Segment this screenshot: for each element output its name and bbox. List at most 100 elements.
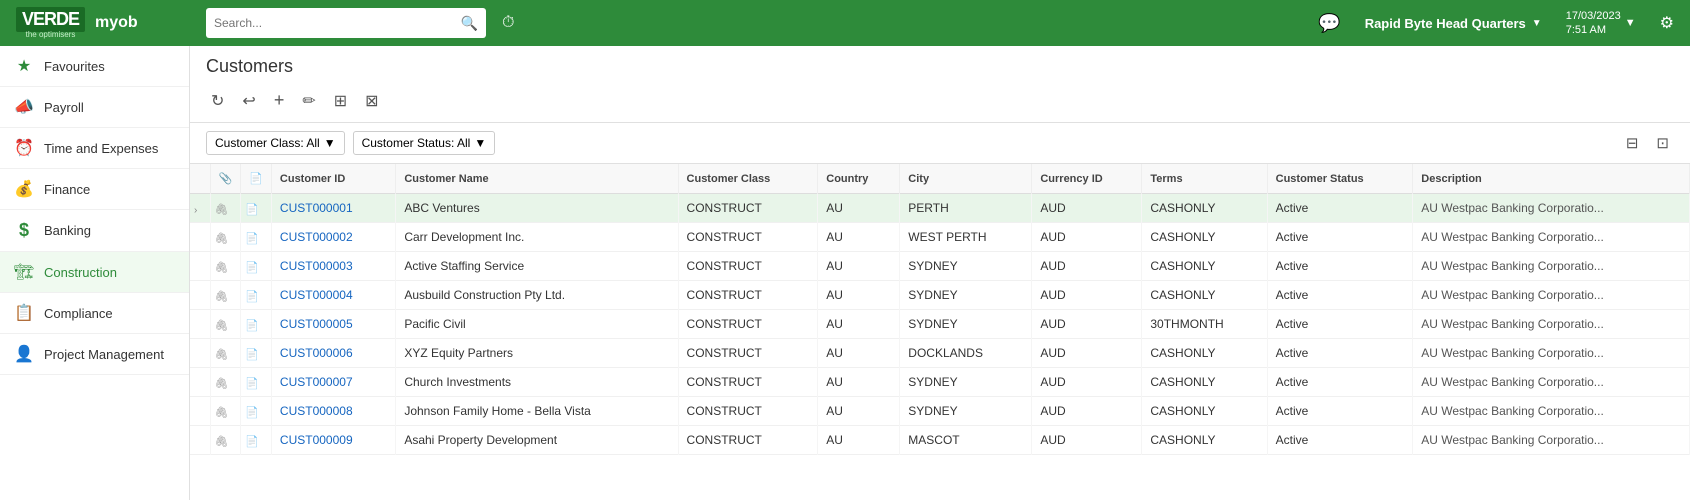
col-city[interactable]: City [900, 164, 1032, 194]
undo-button[interactable]: ↩ [237, 88, 260, 114]
table-row[interactable]: 🖇 📄 CUST000005 Pacific Civil CONSTRUCT A… [190, 310, 1690, 339]
customer-id-link[interactable]: CUST000009 [280, 433, 353, 447]
table-row[interactable]: 🖇 📄 CUST000002 Carr Development Inc. CON… [190, 223, 1690, 252]
document-icon: 📄 [245, 262, 259, 274]
paperclip-icon: 🖇 [215, 407, 229, 419]
filters-bar: Customer Class: All ▼ Customer Status: A… [190, 123, 1690, 164]
sidebar-item-compliance[interactable]: 📋 Compliance [0, 293, 189, 334]
customer-id-link[interactable]: CUST000004 [280, 288, 353, 302]
company-selector[interactable]: Rapid Byte Head Quarters ▼ [1357, 16, 1550, 31]
row-doc-cell: 📄 [241, 252, 272, 281]
col-currency-id[interactable]: Currency ID [1032, 164, 1142, 194]
search-button[interactable]: 🔍 [461, 15, 478, 32]
row-customer-id[interactable]: CUST000003 [271, 252, 395, 281]
sidebar-item-time-expenses[interactable]: ⏰ Time and Expenses [0, 128, 189, 169]
sidebar-item-payroll[interactable]: 📣 Payroll [0, 87, 189, 128]
edit-button[interactable]: ✏ [297, 88, 320, 114]
table-row[interactable]: 🖇 📄 CUST000003 Active Staffing Service C… [190, 252, 1690, 281]
col-description[interactable]: Description [1413, 164, 1690, 194]
row-city: SYDNEY [900, 368, 1032, 397]
row-paperclip-cell: 🖇 [210, 194, 241, 223]
column-settings-button[interactable]: ⊡ [1651, 131, 1674, 155]
row-customer-class: CONSTRUCT [678, 252, 818, 281]
row-city: SYDNEY [900, 397, 1032, 426]
paperclip-icon: 🖇 [215, 436, 229, 448]
customer-id-link[interactable]: CUST000007 [280, 375, 353, 389]
sidebar-label-favourites: Favourites [44, 59, 105, 74]
row-customer-name: Carr Development Inc. [396, 223, 678, 252]
row-doc-cell: 📄 [241, 368, 272, 397]
sidebar-item-favourites[interactable]: ★ Favourites [0, 46, 189, 87]
row-customer-id[interactable]: CUST000005 [271, 310, 395, 339]
customer-class-chevron-icon: ▼ [324, 136, 336, 150]
col-customer-class[interactable]: Customer Class [678, 164, 818, 194]
col-country[interactable]: Country [818, 164, 900, 194]
filter-toggle-button[interactable]: ⊟ [1621, 131, 1644, 155]
document-icon: 📄 [245, 407, 259, 419]
table-row[interactable]: 🖇 📄 CUST000006 XYZ Equity Partners CONST… [190, 339, 1690, 368]
refresh-button[interactable]: ↻ [206, 88, 229, 114]
toolbar: ↻ ↩ + ✏ ⊞ ⊠ [190, 83, 1690, 123]
customer-id-link[interactable]: CUST000005 [280, 317, 353, 331]
col-terms[interactable]: Terms [1142, 164, 1267, 194]
content-area: Customers ↻ ↩ + ✏ ⊞ ⊠ Customer Class: Al… [190, 46, 1690, 500]
table-row[interactable]: 🖇 📄 CUST000004 Ausbuild Construction Pty… [190, 281, 1690, 310]
table-row[interactable]: 🖇 📄 CUST000008 Johnson Family Home - Bel… [190, 397, 1690, 426]
row-customer-status: Active [1267, 252, 1413, 281]
row-terms: CASHONLY [1142, 281, 1267, 310]
row-arrow-cell [190, 368, 210, 397]
search-input[interactable] [214, 16, 455, 30]
row-customer-name: Church Investments [396, 368, 678, 397]
customer-id-link[interactable]: CUST000006 [280, 346, 353, 360]
customer-id-link[interactable]: CUST000002 [280, 230, 353, 244]
message-button[interactable]: 💬 [1310, 9, 1348, 38]
customer-status-chevron-icon: ▼ [474, 136, 486, 150]
sidebar-item-project-management[interactable]: 👤 Project Management [0, 334, 189, 375]
row-customer-id[interactable]: CUST000001 [271, 194, 395, 223]
row-customer-status: Active [1267, 397, 1413, 426]
row-customer-id[interactable]: CUST000008 [271, 397, 395, 426]
sidebar-label-time-expenses: Time and Expenses [44, 141, 158, 156]
paperclip-icon: 🖇 [215, 233, 229, 245]
row-country: AU [818, 339, 900, 368]
row-doc-cell: 📄 [241, 281, 272, 310]
sidebar-item-construction[interactable]: 🏗 Construction [0, 252, 189, 293]
row-customer-id[interactable]: CUST000006 [271, 339, 395, 368]
row-description: AU Westpac Banking Corporatio... [1413, 397, 1690, 426]
add-button[interactable]: + [269, 87, 290, 114]
row-customer-id[interactable]: CUST000007 [271, 368, 395, 397]
row-customer-status: Active [1267, 426, 1413, 455]
col-customer-status[interactable]: Customer Status [1267, 164, 1413, 194]
customer-id-link[interactable]: CUST000008 [280, 404, 353, 418]
row-customer-class: CONSTRUCT [678, 310, 818, 339]
sidebar-item-banking[interactable]: $ Banking [0, 210, 189, 252]
sidebar-item-finance[interactable]: 💰 Finance [0, 169, 189, 210]
customer-id-link[interactable]: CUST000003 [280, 259, 353, 273]
banking-icon: $ [14, 220, 34, 241]
export-button[interactable]: ⊠ [360, 88, 383, 114]
row-arrow-cell [190, 426, 210, 455]
col-customer-id[interactable]: Customer ID [271, 164, 395, 194]
row-expand-arrow-icon: › [194, 205, 197, 216]
table-row[interactable]: 🖇 📄 CUST000009 Asahi Property Developmen… [190, 426, 1690, 455]
settings-button[interactable]: ⚙ [1652, 9, 1682, 37]
customer-status-filter[interactable]: Customer Status: All ▼ [353, 131, 496, 155]
row-city: SYDNEY [900, 310, 1032, 339]
columns-button[interactable]: ⊞ [329, 88, 352, 114]
table-row[interactable]: 🖇 📄 CUST000007 Church Investments CONSTR… [190, 368, 1690, 397]
row-customer-id[interactable]: CUST000009 [271, 426, 395, 455]
row-doc-cell: 📄 [241, 194, 272, 223]
row-customer-id[interactable]: CUST000004 [271, 281, 395, 310]
paperclip-icon: 🖇 [215, 320, 229, 332]
row-city: SYDNEY [900, 252, 1032, 281]
customer-class-filter[interactable]: Customer Class: All ▼ [206, 131, 345, 155]
datetime-area[interactable]: 17/03/2023 7:51 AM ▼ [1558, 9, 1644, 38]
table-row[interactable]: › 🖇 📄 CUST000001 ABC Ventures CONSTRUCT … [190, 194, 1690, 223]
history-button[interactable]: ⏱ [494, 10, 522, 36]
customer-id-link[interactable]: CUST000001 [280, 201, 353, 215]
row-customer-id[interactable]: CUST000002 [271, 223, 395, 252]
search-box[interactable]: 🔍 [206, 8, 486, 38]
row-city: WEST PERTH [900, 223, 1032, 252]
col-customer-name[interactable]: Customer Name [396, 164, 678, 194]
star-icon: ★ [14, 56, 34, 76]
